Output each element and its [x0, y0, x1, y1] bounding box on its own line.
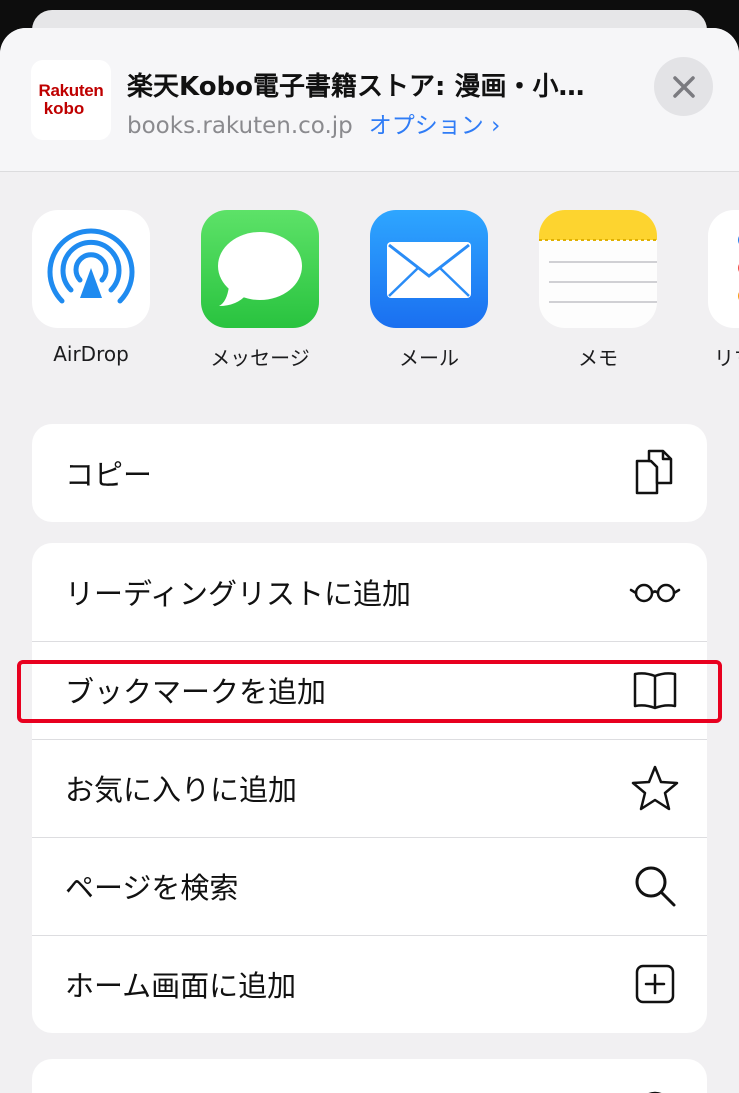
- action-label: ホーム画面に追加: [65, 969, 297, 1003]
- more-icon: [648, 1091, 662, 1093]
- actions-group-main: リーディングリストに追加 ブックマークを追加 お気に入りに追加 ページを検索 ホ…: [32, 543, 707, 1033]
- app-label: メモ: [578, 346, 618, 370]
- page-subtitle: books.rakuten.co.jp オプション ›: [127, 106, 500, 140]
- close-button[interactable]: [654, 57, 713, 116]
- notes-icon: [539, 210, 657, 328]
- share-sheet-header: Rakuten kobo 楽天Kobo電子書籍ストア: 漫画・小… books.…: [0, 28, 739, 172]
- share-apps-row: AirDrop メッセージ メール メモ リ: [0, 210, 739, 380]
- star-icon: [631, 765, 679, 811]
- page-domain: books.rakuten.co.jp: [127, 113, 353, 139]
- mail-icon: [370, 210, 488, 328]
- glasses-icon: [629, 583, 681, 603]
- action-add-to-home[interactable]: ホーム画面に追加: [32, 935, 707, 1033]
- action-label: ページを検索: [65, 871, 239, 905]
- app-label: メッセージ: [210, 346, 310, 370]
- page-title: 楽天Kobo電子書籍ストア: 漫画・小…: [127, 72, 585, 102]
- actions-group-more: [32, 1059, 707, 1093]
- search-icon: [635, 866, 676, 907]
- app-reminders[interactable]: リマ: [692, 210, 739, 371]
- action-label: コピー: [65, 458, 153, 492]
- action-label: リーディングリストに追加: [65, 577, 411, 611]
- close-icon: [672, 75, 695, 98]
- app-airdrop[interactable]: AirDrop: [16, 210, 166, 366]
- reminders-icon: [708, 210, 739, 328]
- actions-group-copy: コピー: [32, 424, 707, 522]
- plus-square-icon: [635, 964, 675, 1004]
- site-logo: Rakuten kobo: [31, 60, 111, 140]
- app-messages[interactable]: メッセージ: [185, 210, 335, 371]
- action-copy[interactable]: コピー: [32, 424, 707, 522]
- highlight-box: [17, 660, 722, 723]
- app-label: リマ: [714, 346, 739, 370]
- logo-text-rakuten: Rakuten: [38, 81, 104, 100]
- logo-text-kobo: kobo: [43, 99, 85, 118]
- messages-icon: [201, 210, 319, 328]
- action-reading-list[interactable]: リーディングリストに追加: [32, 543, 707, 641]
- action-label: お気に入りに追加: [65, 773, 298, 807]
- action-add-favorite[interactable]: お気に入りに追加: [32, 739, 707, 837]
- airdrop-icon: [32, 210, 150, 328]
- app-label: メール: [399, 346, 459, 370]
- copy-icon: [635, 449, 673, 495]
- app-label: AirDrop: [53, 342, 129, 366]
- options-link[interactable]: オプション ›: [369, 113, 501, 139]
- app-mail[interactable]: メール: [354, 210, 504, 371]
- action-find-on-page[interactable]: ページを検索: [32, 837, 707, 935]
- app-notes[interactable]: メモ: [523, 210, 673, 371]
- share-sheet: Rakuten kobo 楽天Kobo電子書籍ストア: 漫画・小… books.…: [0, 28, 739, 1093]
